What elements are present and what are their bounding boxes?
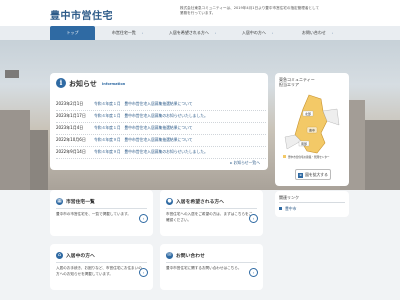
zoom-label: 図を拡大する: [305, 172, 328, 177]
news-link[interactable]: 令和４年度９月 豊中市営住宅入居募集のお知らせいたしました。: [94, 149, 208, 155]
news-more-label: お知らせ一覧へ: [233, 160, 260, 165]
global-nav: トップ 市営住宅一覧 › 入居を希望される方へ › 入居中の方へ › お問い合わせ ›: [0, 26, 400, 41]
arrow-right-icon[interactable]: ›: [139, 268, 148, 277]
map-legend: 豊中市営住宅の募集・管理センター: [288, 155, 330, 159]
card-applicants[interactable]: ● 入居を希望される方へ 市営住宅への入居をご希望の方は、まずはこちらをご確認く…: [160, 190, 263, 236]
nav-label: 市営住宅一覧: [111, 30, 136, 35]
map-title-line2: 担当エリア: [279, 82, 299, 87]
related-link-toyonaka[interactable]: 豊中市: [285, 206, 296, 212]
chevron-right-icon: ›: [141, 31, 144, 35]
card-title: 市営住宅一覧: [66, 200, 95, 205]
arrow-right-icon[interactable]: ›: [249, 268, 258, 277]
news-link[interactable]: 令和４年度１月 豊中市営住宅入居募集のお知らせいたしました。: [94, 113, 208, 119]
person-icon: ●: [166, 198, 173, 205]
news-link[interactable]: 令和４年度１月 豊中市営住宅入居募集抽選結果について: [94, 101, 193, 107]
card-contact[interactable]: ✉ お問い合わせ 豊中市営住宅に関するお問い合わせはこちら。 ›: [160, 244, 263, 290]
news-more-link[interactable]: ▸ お知らせ一覧へ: [230, 160, 260, 166]
nav-top[interactable]: トップ: [50, 26, 95, 40]
divider: [279, 202, 345, 203]
card-title: 入居中の方へ: [66, 254, 95, 259]
card-text: 入居のお手続き、お困りなど、市営住宅にお住まいの方へのお知らせを掲載しています。: [56, 266, 142, 276]
card-residents[interactable]: ⌂ 入居中の方へ 入居のお手続き、お困りなど、市営住宅にお住まいの方へのお知らせ…: [50, 244, 153, 290]
header-notice: 株式会社東急コミュニティーは、2019年4月1日より豊中市営住宅の指定管理者とし…: [180, 6, 320, 15]
news-date: 2023年2月1日: [56, 101, 84, 106]
card-housing-list[interactable]: ▦ 市営住宅一覧 豊中市の市営住宅を、一覧で掲載しています。 ›: [50, 190, 153, 236]
chevron-right-icon: ›: [214, 31, 217, 35]
nav-applicants[interactable]: 入居を希望される方へ ›: [160, 26, 225, 40]
info-icon: i: [56, 78, 66, 88]
area-map-panel: 東急コミュニティー 担当エリア 北部 豊中 南部 豊中市営住宅の募集・管理センタ…: [275, 73, 349, 186]
arrow-right-icon[interactable]: ›: [249, 214, 258, 223]
divider: [166, 208, 257, 209]
nav-residents[interactable]: 入居中の方へ ›: [230, 26, 285, 40]
nav-housing-list[interactable]: 市営住宅一覧 ›: [100, 26, 155, 40]
divider: [56, 262, 147, 263]
related-links-panel: 関連リンク 豊中市: [275, 191, 349, 217]
arrow-right-icon[interactable]: ›: [139, 214, 148, 223]
news-row: 2022年9月14日 令和４年度９月 豊中市営住宅入居募集のお知らせいたしました…: [56, 146, 266, 159]
news-link[interactable]: 令和４年度９月 豊中市営住宅入居募集抽選結果について: [94, 137, 193, 143]
bullet-icon: [279, 207, 282, 210]
news-title: お知らせ: [69, 80, 97, 88]
nav-label: トップ: [66, 30, 79, 35]
news-panel: i お知らせ Information 2023年2月1日 令和４年度１月 豊中市…: [50, 73, 268, 170]
card-text: 市営住宅への入居をご希望の方は、まずはこちらをご確認ください。: [166, 212, 253, 222]
map-label-north: 北部: [305, 111, 311, 116]
building-icon: ▦: [56, 198, 63, 205]
news-date: 2023年1月4日: [56, 125, 84, 130]
news-date: 2022年10月6日: [56, 137, 86, 142]
site-header: 豊中市営住宅 株式会社東急コミュニティーは、2019年4月1日より豊中市営住宅の…: [0, 0, 400, 26]
divider: [56, 208, 147, 209]
map-label-center: 豊中: [309, 128, 315, 133]
related-links-title: 関連リンク: [279, 195, 299, 200]
map-zoom-button[interactable]: ⊕ 図を拡大する: [295, 169, 331, 180]
nav-label: 入居中の方へ: [241, 30, 266, 35]
nav-label: 入居を希望される方へ: [168, 30, 209, 35]
chevron-right-icon: ›: [331, 31, 334, 35]
nav-label: お問い合わせ: [301, 30, 326, 35]
map-panel-title: 東急コミュニティー 担当エリア: [279, 77, 315, 87]
news-date: 2022年9月14日: [56, 149, 86, 154]
nav-contact[interactable]: お問い合わせ ›: [290, 26, 345, 40]
divider: [166, 262, 257, 263]
house-icon: ⌂: [56, 252, 63, 259]
area-map[interactable]: 北部 豊中 南部 豊中市営住宅の募集・管理センター: [281, 91, 341, 163]
zoom-icon: ⊕: [298, 172, 304, 178]
chevron-right-icon: ›: [271, 31, 274, 35]
card-text: 豊中市営住宅に関するお問い合わせはこちら。: [166, 266, 242, 270]
site-logo[interactable]: 豊中市営住宅: [50, 7, 113, 22]
card-title: お問い合わせ: [176, 254, 205, 259]
map-graphic: 北部 豊中 南部 豊中市営住宅の募集・管理センター: [281, 91, 341, 163]
news-date: 2023年1月17日: [56, 113, 86, 118]
news-subtitle: Information: [102, 82, 126, 86]
map-label-south: 南部: [301, 141, 307, 146]
mail-icon: ✉: [166, 252, 173, 259]
news-link[interactable]: 令和４年度１月 豊中市営住宅入居募集抽選結果について: [94, 125, 193, 131]
card-text: 豊中市の市営住宅を、一覧で掲載しています。: [56, 212, 131, 216]
card-title: 入居を希望される方へ: [176, 200, 224, 205]
